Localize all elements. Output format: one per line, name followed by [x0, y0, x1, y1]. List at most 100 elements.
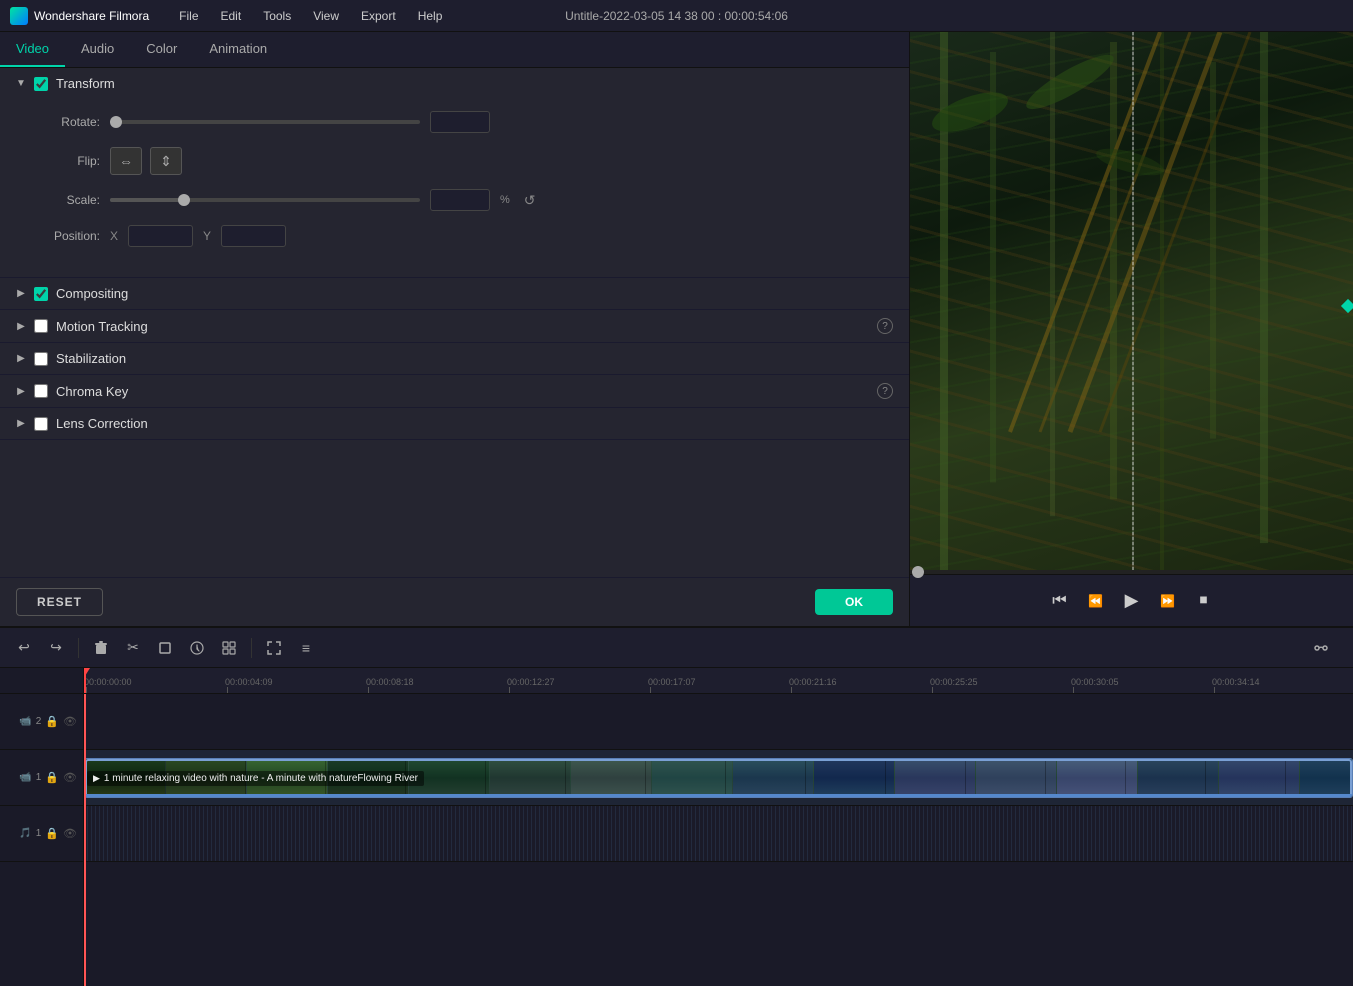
progress-thumb[interactable]	[912, 566, 924, 578]
track-audio1-lock-icon[interactable]: 🔒	[45, 827, 59, 840]
settings-button[interactable]: ≡	[292, 634, 320, 662]
ruler-tick-6	[932, 687, 933, 693]
app-logo: Wondershare Filmora	[10, 7, 149, 25]
window-title: Untitle-2022-03-05 14 38 00 : 00:00:54:0…	[565, 9, 788, 23]
tab-video[interactable]: Video	[0, 32, 65, 67]
scale-value-input[interactable]: 100.64	[430, 189, 490, 211]
chroma-key-help-icon[interactable]: ?	[877, 383, 893, 399]
flip-vertical-button[interactable]: ⇕	[150, 147, 182, 175]
scale-slider[interactable]	[110, 198, 420, 202]
section-transform-header[interactable]: Transform	[0, 68, 909, 99]
tab-color[interactable]: Color	[130, 32, 193, 67]
section-transform: Transform Rotate: 0.00 Flip:	[0, 68, 909, 278]
transform-title: Transform	[56, 76, 893, 91]
cut-button[interactable]: ✂	[119, 634, 147, 662]
stop-button[interactable]: ⏹	[1190, 587, 1218, 615]
ruler-tick-8	[1214, 687, 1215, 693]
menu-view[interactable]: View	[303, 5, 349, 27]
panel-tabs: Video Audio Color Animation	[0, 32, 909, 68]
chroma-key-checkbox[interactable]	[34, 384, 48, 398]
play-button[interactable]: ▶	[1118, 587, 1146, 615]
step-forward-button[interactable]: ⏩	[1154, 587, 1182, 615]
menu-export[interactable]: Export	[351, 5, 406, 27]
ruler-label-3: 00:00:12:27	[507, 677, 555, 687]
undo-button[interactable]: ↩	[10, 634, 38, 662]
flip-horizontal-button[interactable]: ⇔	[110, 147, 142, 175]
position-y-input[interactable]: 0.0	[221, 225, 286, 247]
motion-tracking-checkbox[interactable]	[34, 319, 48, 333]
position-row: Position: X 0.0 Y 0.0	[30, 225, 879, 247]
link-tracks-button[interactable]	[1307, 634, 1335, 662]
x-label: X	[110, 229, 118, 243]
track-video1-vis-icon[interactable]: 👁	[63, 771, 77, 784]
chevron-stabilization-icon	[16, 354, 26, 364]
rotate-label: Rotate:	[30, 115, 100, 129]
preview-progress-bar[interactable]	[910, 570, 1353, 574]
chroma-key-title: Chroma Key	[56, 384, 869, 399]
speed-button[interactable]	[183, 634, 211, 662]
left-panel: Video Audio Color Animation Transform Ro…	[0, 32, 910, 626]
menu-file[interactable]: File	[169, 5, 208, 27]
preview-playhead	[1132, 32, 1134, 570]
tab-audio[interactable]: Audio	[65, 32, 130, 67]
step-back-button[interactable]: ⏪	[1082, 587, 1110, 615]
motion-tracking-help-icon[interactable]: ?	[877, 318, 893, 334]
menu-help[interactable]: Help	[408, 5, 453, 27]
transform-content: Rotate: 0.00 Flip: ⇔ ⇕	[0, 99, 909, 277]
track-label-video2: 📹 2 🔒 👁	[0, 694, 83, 750]
scale-slider-thumb[interactable]	[178, 194, 190, 206]
track-audio1-vis-icon[interactable]: 👁	[63, 827, 77, 840]
ruler-label-1: 00:00:04:09	[225, 677, 273, 687]
section-stabilization-header[interactable]: Stabilization	[0, 343, 909, 374]
reset-button[interactable]: RESET	[16, 588, 103, 616]
track-video2	[84, 694, 1353, 750]
timeline-tracks: 00:00:00:00 00:00:04:09 00:00:08:18 00:0…	[84, 668, 1353, 986]
video-clip[interactable]: ▶ 1 minute relaxing video with nature - …	[84, 758, 1353, 798]
lens-correction-title: Lens Correction	[56, 416, 893, 431]
transform-checkbox[interactable]	[34, 77, 48, 91]
motion-button[interactable]	[215, 634, 243, 662]
menu-tools[interactable]: Tools	[253, 5, 301, 27]
tab-animation[interactable]: Animation	[193, 32, 283, 67]
crop-button[interactable]	[151, 634, 179, 662]
position-x-input[interactable]: 0.0	[128, 225, 193, 247]
delete-button[interactable]	[87, 634, 115, 662]
section-compositing-header[interactable]: Compositing	[0, 278, 909, 309]
bottom-buttons: RESET OK	[0, 577, 909, 626]
skip-back-button[interactable]: ⏮	[1046, 587, 1074, 615]
fullscreen-button[interactable]	[260, 634, 288, 662]
properties-panel: Transform Rotate: 0.00 Flip:	[0, 68, 909, 577]
section-motion-tracking: Motion Tracking ?	[0, 310, 909, 343]
track-video1-lock-icon[interactable]: 🔒	[45, 771, 59, 784]
rotate-value-input[interactable]: 0.00	[430, 111, 490, 133]
ok-button[interactable]: OK	[815, 589, 893, 615]
chevron-chroma-key-icon	[16, 386, 26, 396]
stabilization-checkbox[interactable]	[34, 352, 48, 366]
flip-label: Flip:	[30, 154, 100, 168]
section-lens-correction-header[interactable]: Lens Correction	[0, 408, 909, 439]
track-audio1-num: 1	[36, 828, 42, 839]
scale-reset-icon[interactable]: ↺	[524, 192, 536, 209]
ruler-label-0: 00:00:00:00	[84, 677, 132, 687]
section-motion-tracking-header[interactable]: Motion Tracking ?	[0, 310, 909, 342]
lens-correction-checkbox[interactable]	[34, 417, 48, 431]
menu-edit[interactable]: Edit	[211, 5, 252, 27]
timeline-area: ↩ ↪ ✂ ≡	[0, 626, 1353, 986]
timeline-content: 📹 2 🔒 👁 📹 1 🔒 👁 🎵 1 🔒 👁	[0, 668, 1353, 986]
rotate-slider-thumb[interactable]	[110, 116, 122, 128]
track-video2-lock-icon[interactable]: 🔒	[45, 715, 59, 728]
clip-play-icon: ▶	[93, 773, 100, 784]
compositing-checkbox[interactable]	[34, 287, 48, 301]
app-name: Wondershare Filmora	[34, 9, 149, 23]
section-chroma-key-header[interactable]: Chroma Key ?	[0, 375, 909, 407]
audio-waveform	[84, 806, 1353, 861]
ruler-mark-4: 00:00:17:07	[648, 677, 789, 693]
chevron-motion-tracking-icon	[16, 321, 26, 331]
logo-icon	[10, 7, 28, 25]
scale-slider-fill	[110, 198, 184, 202]
preview-controls: ⏮ ⏪ ▶ ⏩ ⏹	[910, 574, 1353, 626]
track-video2-vis-icon[interactable]: 👁	[63, 715, 77, 728]
rotate-slider[interactable]	[110, 120, 420, 124]
redo-button[interactable]: ↪	[42, 634, 70, 662]
ruler-tick-3	[509, 687, 510, 693]
